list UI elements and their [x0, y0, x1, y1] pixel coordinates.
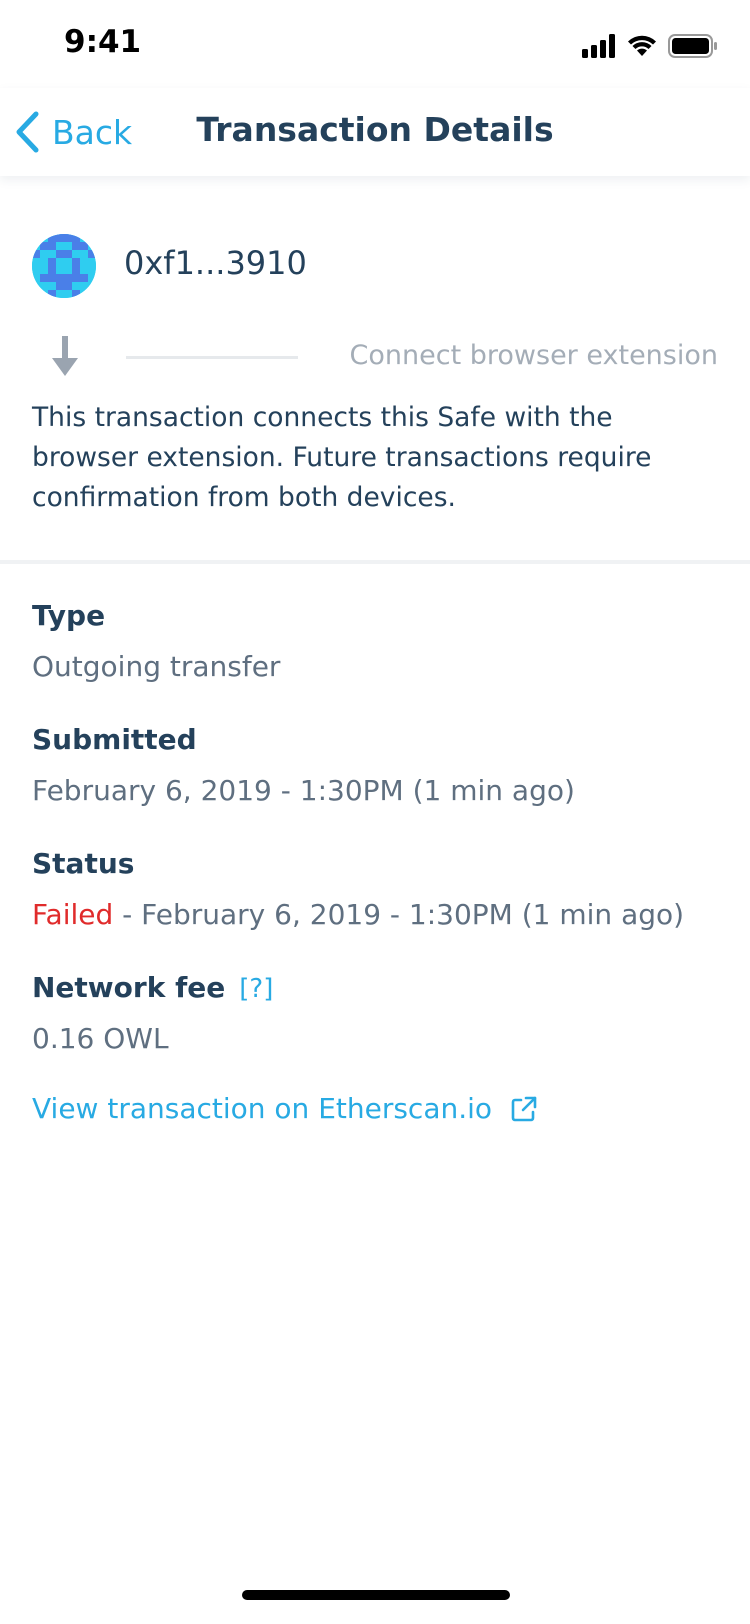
flow-divider	[126, 356, 298, 359]
type-title: Type	[32, 599, 106, 632]
cellular-signal-icon	[582, 34, 615, 58]
action-label: Connect browser extension	[349, 340, 718, 371]
status-row: Status Failed - February 6, 2019 - 1:30P…	[32, 844, 722, 938]
status-date: - February 6, 2019 - 1:30PM (1 min ago)	[113, 898, 685, 931]
screen: 9:41 Transaction Details Back 0xf1...391…	[0, 0, 750, 1624]
transaction-header: 0xf1...3910 Connect browser extension Th…	[0, 176, 750, 560]
status-title: Status	[32, 847, 135, 880]
status-failed-label: Failed	[32, 898, 114, 931]
external-link-icon	[510, 1095, 538, 1123]
back-label: Back	[52, 112, 133, 152]
submitted-row: Submitted February 6, 2019 - 1:30PM (1 m…	[32, 720, 722, 814]
status-bar: 9:41	[0, 0, 750, 88]
type-row: Type Outgoing transfer	[32, 596, 722, 690]
navigation-bar: Transaction Details Back	[0, 88, 750, 176]
network-fee-title-row: Network fee [?]	[32, 968, 722, 1008]
wifi-icon	[628, 35, 656, 56]
network-fee-value: 0.16 OWL	[32, 1022, 169, 1055]
arrow-down-icon	[52, 336, 78, 376]
section-divider	[0, 560, 750, 564]
chevron-left-icon	[16, 111, 39, 153]
view-on-etherscan-link[interactable]: View transaction on Etherscan.io	[32, 1092, 538, 1125]
battery-icon	[668, 34, 717, 58]
submitted-title: Submitted	[32, 723, 197, 756]
safe-address: 0xf1...3910	[124, 244, 307, 282]
etherscan-link-label: View transaction on Etherscan.io	[32, 1092, 493, 1125]
network-fee-help-link[interactable]: [?]	[239, 974, 273, 1004]
transaction-description: This transaction connects this Safe with…	[32, 402, 652, 513]
type-value: Outgoing transfer	[32, 650, 281, 683]
transaction-details: Type Outgoing transfer Submitted Februar…	[32, 596, 722, 1092]
identicon-avatar	[32, 234, 96, 298]
network-fee-row: Network fee [?] 0.16 OWL	[32, 968, 722, 1062]
home-indicator[interactable]	[242, 1590, 510, 1600]
network-fee-title: Network fee	[32, 971, 226, 1004]
status-value: Failed - February 6, 2019 - 1:30PM (1 mi…	[32, 892, 722, 938]
status-time: 9:41	[64, 24, 142, 60]
status-icons	[582, 34, 722, 58]
back-button[interactable]: Back	[14, 106, 132, 158]
submitted-value: February 6, 2019 - 1:30PM (1 min ago)	[32, 774, 575, 807]
